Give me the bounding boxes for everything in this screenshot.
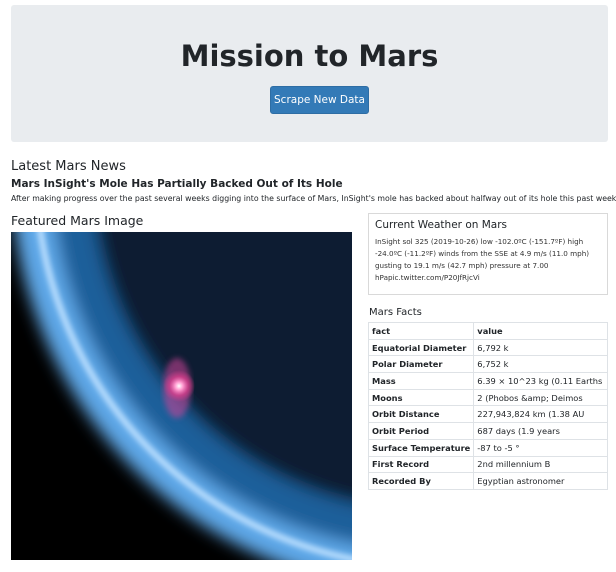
table-row: First Record 2nd millennium B [367,455,608,474]
page-title: Mission to Mars [180,39,439,73]
table-row: Moons 2 (Phobos &amp; Deimos [367,388,608,407]
fact-value: 6,752 k [473,355,608,374]
fact-value: 2 (Phobos &amp; Deimos [473,388,608,407]
featured-mars-image [11,232,352,560]
table-row: Surface Temperature -87 to -5 ° [367,438,608,457]
mars-facts-table: fact value Equatorial Diameter 6,792 k P… [367,322,608,490]
table-row: Equatorial Diameter 6,792 k [367,338,608,357]
column-header-value: value [473,322,608,340]
news-paragraph: After making progress over the past seve… [11,194,616,203]
latest-news-heading: Latest Mars News [11,159,126,174]
fact-label: Recorded By [367,472,475,490]
table-row: Orbit Period 687 days (1.9 years [367,422,608,440]
fact-label: Moons [367,388,475,407]
scrape-new-data-button[interactable]: Scrape New Data [270,86,369,114]
fact-label: First Record [367,455,475,474]
table-row: Recorded By Egyptian astronomer [367,472,608,490]
fact-value: Egyptian astronomer [473,472,608,490]
jumbotron-header: Mission to Mars Scrape New Data [11,5,608,142]
fact-label: Surface Temperature [367,438,475,457]
fact-label: Mass [367,372,475,390]
table-header-row: fact value [367,322,608,340]
news-title: Mars InSight's Mole Has Partially Backed… [11,178,343,190]
fact-value: 2nd millennium B [473,455,608,474]
fact-label: Orbit Distance [367,405,475,424]
fact-label: Orbit Period [367,422,475,440]
table-row: Mass 6.39 × 10^23 kg (0.11 Earths [367,372,608,390]
table-row: Orbit Distance 227,943,824 km (1.38 AU [367,405,608,424]
fact-label: Polar Diameter [367,355,475,374]
fact-value: 6.39 × 10^23 kg (0.11 Earths [473,372,608,390]
weather-panel: Current Weather on Mars InSight sol 325 … [368,213,608,295]
fact-value: 6,792 k [473,338,608,357]
fact-value: 687 days (1.9 years [473,422,608,440]
weather-heading: Current Weather on Mars [375,219,508,231]
mars-facts-heading: Mars Facts [369,307,422,318]
featured-image-heading: Featured Mars Image [11,213,144,228]
fact-value: -87 to -5 ° [473,438,608,457]
fact-label: Equatorial Diameter [367,338,475,357]
fact-value: 227,943,824 km (1.38 AU [473,405,608,424]
column-header-fact: fact [367,322,475,340]
table-row: Polar Diameter 6,752 k [367,355,608,374]
weather-text: InSight sol 325 (2019-10-26) low -102.0º… [375,237,590,282]
